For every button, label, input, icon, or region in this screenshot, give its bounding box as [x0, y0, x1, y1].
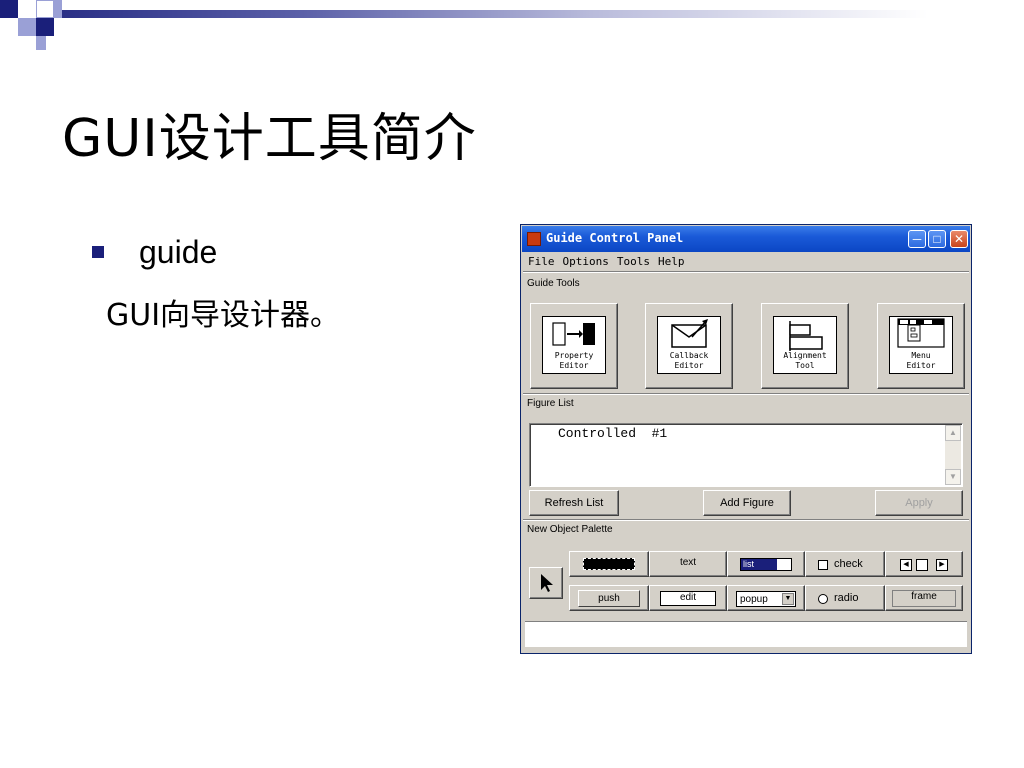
- button-label: Add Figure: [720, 497, 774, 509]
- menu-help[interactable]: Help: [653, 253, 688, 268]
- section-label-palette: New Object Palette: [527, 524, 613, 535]
- tool-face: Alignment Tool: [773, 316, 837, 374]
- deco-square: [18, 18, 36, 36]
- menu-editor-button[interactable]: Menu Editor: [877, 303, 965, 389]
- status-area: [525, 621, 967, 647]
- tool-label-line: Tool: [795, 361, 815, 370]
- matlab-logo-icon: [527, 232, 541, 246]
- button-label: Refresh List: [544, 497, 604, 509]
- tool-face: Callback Editor: [657, 316, 721, 374]
- maximize-button[interactable]: □: [928, 230, 946, 248]
- tool-label-line: Editor: [674, 361, 704, 370]
- menu-bar: File Options Tools Help: [523, 253, 969, 271]
- palette-scrollbar[interactable]: ◀ ▶: [885, 551, 963, 577]
- popup-preview: popup ▼: [736, 591, 796, 607]
- bullet-text: guide: [139, 234, 218, 270]
- button-label: Apply: [905, 497, 933, 509]
- deco-square: [36, 36, 46, 50]
- tool-label-line: Menu: [911, 351, 931, 360]
- list-preview: list: [740, 558, 792, 571]
- palette-push[interactable]: push: [569, 585, 649, 611]
- list-item[interactable]: Controlled #1: [558, 426, 667, 441]
- apply-button[interactable]: Apply: [875, 490, 963, 516]
- dropdown-arrow-icon: ▼: [782, 593, 794, 605]
- deco-gradient-bar: [62, 10, 1024, 18]
- palette-check[interactable]: check: [805, 551, 885, 577]
- checkbox-icon: [818, 560, 828, 570]
- palette-label: push: [598, 593, 620, 604]
- select-pointer-button[interactable]: [529, 567, 563, 599]
- tool-face: Property Editor: [542, 316, 606, 374]
- scroll-up-icon[interactable]: ▲: [945, 425, 961, 441]
- palette-label: frame: [911, 591, 937, 602]
- palette-popup[interactable]: popup ▼: [727, 585, 805, 611]
- property-editor-button[interactable]: Property Editor: [530, 303, 618, 389]
- vertical-scrollbar[interactable]: ▲ ▼: [945, 425, 961, 485]
- list-preview-selected: list: [741, 559, 777, 570]
- callback-editor-button[interactable]: Callback Editor: [645, 303, 733, 389]
- window-titlebar[interactable]: Guide Control Panel ─ □ ✕: [522, 226, 970, 252]
- property-editor-icon: [552, 322, 595, 346]
- menu-options[interactable]: Options: [558, 253, 612, 268]
- scroll-down-icon[interactable]: ▼: [945, 469, 961, 485]
- figure-listbox[interactable]: Controlled #1 ▲ ▼: [529, 423, 963, 487]
- divider: [523, 519, 969, 521]
- palette-list[interactable]: list: [727, 551, 805, 577]
- palette-label: popup: [740, 594, 768, 605]
- slide-title: GUI设计工具简介: [62, 109, 477, 169]
- minimize-icon: ─: [912, 232, 922, 246]
- deco-square: [0, 0, 18, 18]
- alignment-tool-icon: [789, 321, 823, 351]
- scroll-thumb-icon: [916, 559, 928, 571]
- palette-label: text: [679, 557, 697, 568]
- section-label-figure-list: Figure List: [527, 398, 574, 409]
- tool-label-line: Editor: [559, 361, 589, 370]
- bullet-square-icon: [92, 246, 104, 258]
- minimize-button[interactable]: ─: [908, 230, 926, 248]
- callback-editor-icon: [671, 319, 708, 348]
- deco-square: [54, 0, 62, 18]
- palette-slider[interactable]: [569, 551, 649, 577]
- divider: [523, 393, 969, 395]
- divider: [523, 271, 969, 273]
- tool-label-line: Callback: [669, 351, 709, 360]
- palette-radio[interactable]: radio: [805, 585, 885, 611]
- close-button[interactable]: ✕: [950, 230, 968, 248]
- menu-tools[interactable]: Tools: [612, 253, 653, 268]
- tool-label-line: Alignment: [783, 351, 827, 360]
- palette-edit[interactable]: edit: [649, 585, 727, 611]
- tool-label-line: Property: [554, 351, 594, 360]
- alignment-tool-button[interactable]: Alignment Tool: [761, 303, 849, 389]
- palette-label: check: [834, 558, 863, 570]
- close-icon: ✕: [953, 232, 965, 246]
- section-label-guide-tools: Guide Tools: [527, 278, 580, 289]
- tool-label-line: Editor: [906, 361, 936, 370]
- palette-label: radio: [834, 592, 859, 604]
- deco-square: [36, 18, 54, 36]
- maximize-icon: □: [933, 232, 941, 246]
- deco-square: [36, 0, 54, 18]
- tool-face: Menu Editor: [889, 316, 953, 374]
- scroll-left-icon: ◀: [900, 559, 912, 571]
- palette-frame[interactable]: frame: [885, 585, 963, 611]
- palette-text[interactable]: text: [649, 551, 727, 577]
- menu-file[interactable]: File: [523, 253, 558, 268]
- radio-icon: [818, 594, 828, 604]
- guide-control-panel-window: Guide Control Panel ─ □ ✕ File Options Too…: [520, 224, 972, 654]
- scroll-right-icon: ▶: [936, 559, 948, 571]
- slider-preview-icon: [583, 558, 635, 570]
- menu-editor-icon: [897, 318, 945, 348]
- bullet-subtext: GUI向导设计器。: [106, 298, 341, 333]
- window-title: Guide Control Panel: [546, 231, 684, 245]
- add-figure-button[interactable]: Add Figure: [703, 490, 791, 516]
- arrow-pointer-icon: [541, 574, 553, 592]
- palette-label: edit: [679, 592, 697, 603]
- refresh-list-button[interactable]: Refresh List: [529, 490, 619, 516]
